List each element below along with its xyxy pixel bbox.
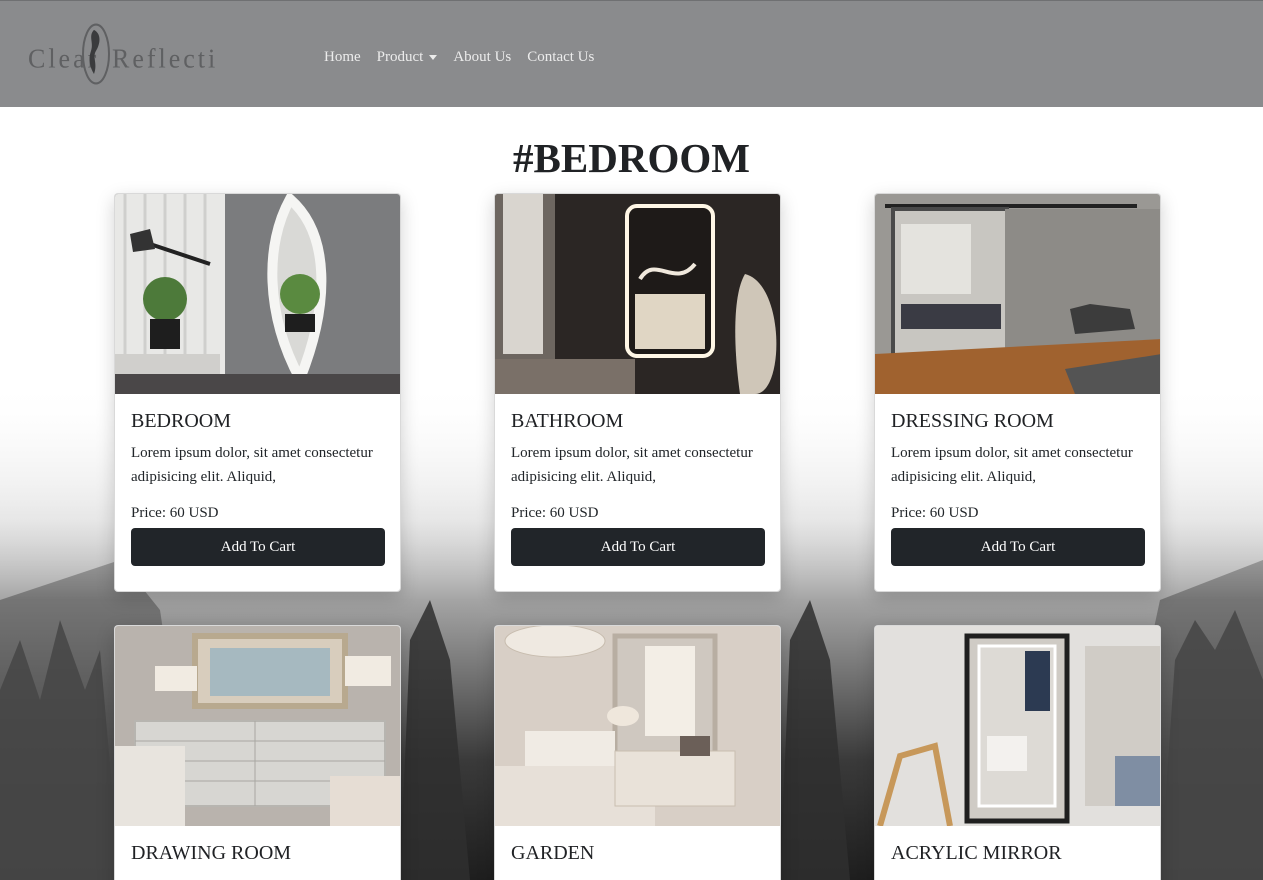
product-image-garden[interactable]: [495, 626, 780, 826]
product-image-acrylic-mirror[interactable]: [875, 626, 1160, 826]
nav-about-label: About Us: [453, 49, 512, 65]
product-image-dressing-room[interactable]: [875, 194, 1160, 394]
caret-down-icon: [429, 55, 438, 60]
product-card-drawing-room: DRAWING ROOM: [114, 625, 401, 880]
add-to-cart-button[interactable]: Add To Cart: [891, 528, 1145, 566]
nav-contact-us[interactable]: Contact Us: [519, 49, 602, 66]
nav-contact-label: Contact Us: [527, 49, 595, 65]
product-card-garden: GARDEN: [494, 625, 781, 880]
product-image-bedroom[interactable]: [115, 194, 400, 394]
product-card-bedroom: BEDROOM Lorem ipsum dolor, sit amet cons…: [114, 193, 401, 592]
product-title: ACRYLIC MIRROR: [891, 842, 1062, 864]
product-description: Lorem ipsum dolor, sit amet consectetur …: [511, 445, 753, 485]
page-title: #BEDROOM: [513, 135, 750, 181]
product-title: BEDROOM: [131, 410, 232, 432]
brand-logo[interactable]: Clear Reflection: [28, 21, 218, 86]
product-description: Lorem ipsum dolor, sit amet consectetur …: [131, 445, 373, 485]
product-price: Price: 60 USD: [131, 505, 219, 521]
product-price: Price: 60 USD: [511, 505, 599, 521]
product-title: GARDEN: [511, 842, 595, 864]
product-title: DRESSING ROOM: [891, 410, 1054, 432]
nav-links: Home Product About Us Contact Us: [316, 49, 602, 66]
product-title: DRAWING ROOM: [131, 842, 292, 864]
add-to-cart-button[interactable]: Add To Cart: [131, 528, 385, 566]
product-image-drawing-room[interactable]: [115, 626, 400, 826]
product-card-bathroom: BATHROOM Lorem ipsum dolor, sit amet con…: [494, 193, 781, 592]
svg-text:Clear: Clear: [28, 43, 99, 74]
nav-home-label: Home: [324, 49, 361, 65]
nav-product-dropdown[interactable]: Product: [369, 49, 446, 66]
product-image-bathroom[interactable]: [495, 194, 780, 394]
product-price: Price: 60 USD: [891, 505, 979, 521]
product-card-dressing-room: DRESSING ROOM Lorem ipsum dolor, sit ame…: [874, 193, 1161, 592]
svg-text:Reflection: Reflection: [112, 43, 218, 74]
product-description: Lorem ipsum dolor, sit amet consectetur …: [891, 445, 1133, 485]
nav-product-label: Product: [376, 49, 424, 65]
product-card-acrylic-mirror: ACRYLIC MIRROR: [874, 625, 1161, 880]
top-navbar: Clear Reflection Home Product About Us C…: [0, 0, 1263, 107]
product-title: BATHROOM: [511, 410, 624, 432]
nav-about-us[interactable]: About Us: [445, 49, 519, 66]
nav-home[interactable]: Home: [316, 49, 369, 66]
add-to-cart-button[interactable]: Add To Cart: [511, 528, 765, 566]
clear-reflection-logo: Clear Reflection: [28, 23, 218, 85]
